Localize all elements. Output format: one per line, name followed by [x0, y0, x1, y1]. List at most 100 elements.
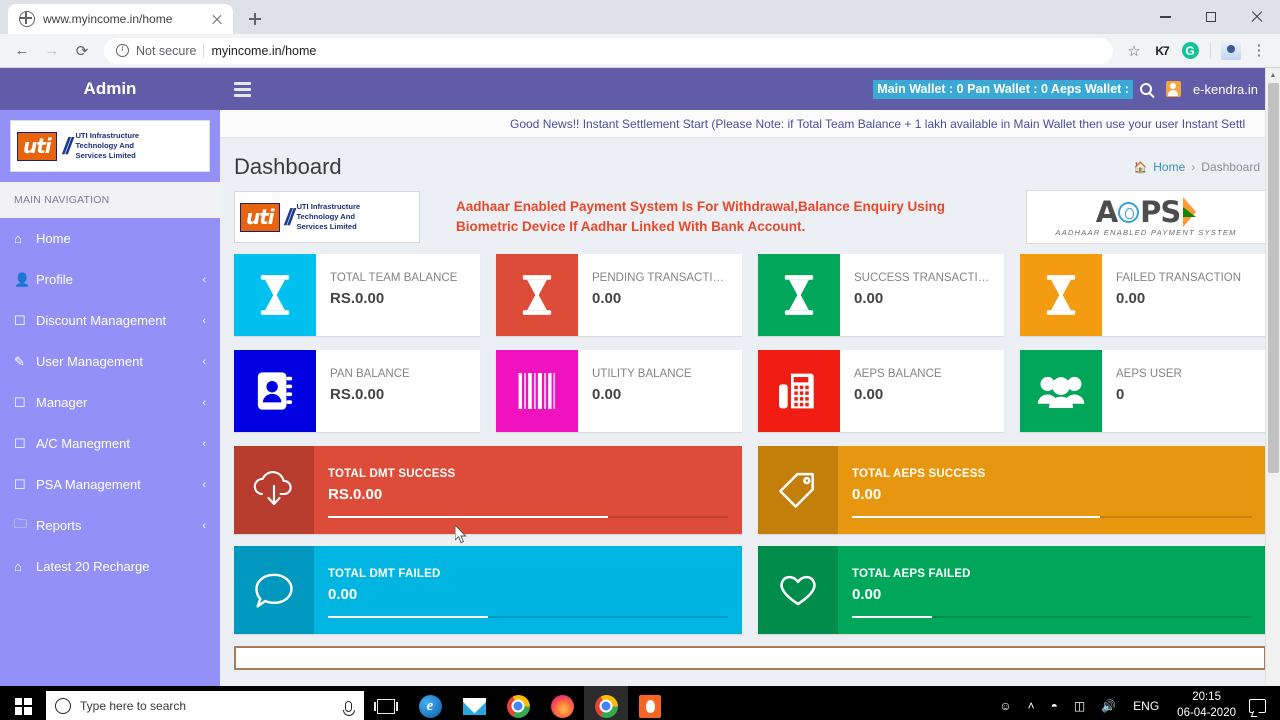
- hamburger-icon[interactable]: [234, 81, 251, 97]
- stat-banner-body: TOTAL DMT FAILED 0.00: [314, 546, 742, 634]
- divider: [1210, 42, 1211, 59]
- sidebar-item-home[interactable]: ⌂ Home: [0, 218, 220, 259]
- stat-banner-title: TOTAL AEPS FAILED: [852, 568, 971, 580]
- barcode-icon: [496, 350, 578, 432]
- progress-track: [852, 516, 1252, 518]
- sidebar-item-a-c-manegment[interactable]: ☐ A/C Manegment ‹: [0, 423, 220, 464]
- battery-icon[interactable]: ◫: [1066, 686, 1093, 720]
- sidebar-item-manager[interactable]: ☐ Manager ‹: [0, 382, 220, 423]
- username-label[interactable]: e-kendra.in: [1188, 82, 1258, 97]
- wifi-icon[interactable]: ◓: [1043, 686, 1066, 720]
- back-button[interactable]: ←: [8, 37, 36, 65]
- browser-toolbar: ← → ⟳ Not secure myincome.in/home ☆ K7 G…: [0, 34, 1280, 68]
- aeps-letters-ps: PS: [1140, 194, 1181, 229]
- news-marquee: Good News!! Instant Settlement Start (Pl…: [220, 110, 1280, 138]
- microphone-icon[interactable]: [343, 700, 356, 716]
- app-brand[interactable]: Admin: [0, 68, 220, 110]
- notification-icon[interactable]: [1249, 699, 1266, 713]
- monitor-icon: ☐: [14, 476, 26, 492]
- info-box[interactable]: SUCCESS TRANSACTI… 0.00: [758, 254, 1004, 336]
- k7-extension-icon[interactable]: K7: [1149, 38, 1175, 64]
- sidebar-item-profile[interactable]: 👤 Profile ‹: [0, 259, 220, 300]
- page-header: Dashboard 🏠 Home › Dashboard: [220, 138, 1280, 190]
- orange-app-icon[interactable]: [628, 686, 672, 720]
- clock[interactable]: 20:15 06-04-2020: [1168, 690, 1245, 720]
- stat-banner-box[interactable]: TOTAL DMT SUCCESS RS.0.00: [234, 446, 742, 534]
- cloud-download-icon: [234, 446, 314, 534]
- volume-icon[interactable]: 🔊: [1093, 686, 1124, 720]
- stat-banner-box[interactable]: TOTAL AEPS FAILED 0.00: [758, 546, 1266, 634]
- info-box[interactable]: UTILITY BALANCE 0.00: [496, 350, 742, 432]
- content-scroll-area: uti // UTI Infrastructure Technology And…: [220, 190, 1280, 634]
- close-window-button[interactable]: [1234, 0, 1280, 34]
- browser-tab[interactable]: www.myincome.in/home: [8, 4, 233, 34]
- info-box-label: PAN BALANCE: [330, 368, 410, 380]
- user-avatar-icon[interactable]: [1159, 81, 1188, 97]
- maximize-button[interactable]: [1188, 0, 1234, 34]
- task-view-icon[interactable]: [364, 686, 408, 720]
- info-box[interactable]: PAN BALANCE RS.0.00: [234, 350, 480, 432]
- info-box-content: TOTAL TEAM BALANCE RS.0.00: [316, 254, 480, 336]
- info-box[interactable]: AEPS USER 0: [1020, 350, 1266, 432]
- app-header: Admin Main Wallet : 0 Pan Wallet : 0 Aep…: [0, 68, 1280, 110]
- scroll-up-arrow[interactable]: ▲: [1266, 68, 1280, 83]
- search-icon[interactable]: [1133, 83, 1159, 95]
- aeps-subtitle: AADHAAR ENABLED PAYMENT SYSTEM: [1055, 228, 1237, 237]
- info-box[interactable]: AEPS BALANCE 0.00: [758, 350, 1004, 432]
- language-indicator[interactable]: ENG: [1124, 699, 1168, 713]
- forward-button[interactable]: →: [38, 37, 66, 65]
- close-icon[interactable]: [209, 11, 225, 27]
- stat-banner-body: TOTAL AEPS SUCCESS 0.00: [838, 446, 1266, 534]
- tab-title: www.myincome.in/home: [43, 12, 173, 26]
- sidebar-item-label: Manager: [36, 395, 88, 410]
- breadcrumb-home[interactable]: Home: [1153, 160, 1185, 174]
- info-box[interactable]: FAILED TRANSACTION 0.00: [1020, 254, 1266, 336]
- vertical-scrollbar[interactable]: ▲: [1265, 68, 1280, 686]
- info-box-value: RS.0.00: [330, 290, 385, 307]
- reload-button[interactable]: ⟳: [68, 37, 96, 65]
- minimize-button[interactable]: [1142, 0, 1188, 34]
- home-icon: 🏠: [1133, 161, 1148, 174]
- stat-banner-value: 0.00: [328, 586, 358, 603]
- bookmark-star-icon[interactable]: ☆: [1121, 38, 1147, 64]
- chevron-right-icon: ‹: [202, 519, 206, 532]
- firefox-icon[interactable]: [540, 686, 584, 720]
- breadcrumb-separator: ›: [1191, 160, 1196, 174]
- sidebar-item-discount-management[interactable]: ☐ Discount Management ‹: [0, 300, 220, 341]
- profile-avatar-icon[interactable]: [1218, 38, 1244, 64]
- new-tab-button[interactable]: [241, 5, 269, 33]
- system-tray: ☺ ˄ ◓ ◫ 🔊 ENG 20:15 06-04-2020: [991, 686, 1280, 720]
- people-icon[interactable]: ☺: [991, 686, 1019, 720]
- chrome-active-icon[interactable]: [584, 686, 628, 720]
- sidebar-item-user-management[interactable]: ✎ User Management ‹: [0, 341, 220, 382]
- sidebar-item-latest-20-recharge[interactable]: ⌂ Latest 20 Recharge: [0, 546, 220, 587]
- chevron-up-icon[interactable]: ˄: [1020, 686, 1043, 720]
- progress-track: [328, 616, 728, 618]
- edge-icon[interactable]: e: [408, 686, 452, 720]
- stat-banner-box[interactable]: TOTAL DMT FAILED 0.00: [234, 546, 742, 634]
- info-box[interactable]: TOTAL TEAM BALANCE RS.0.00: [234, 254, 480, 336]
- info-box-value: 0: [1116, 386, 1125, 403]
- grammarly-extension-icon[interactable]: G: [1177, 38, 1203, 64]
- comment-icon: [234, 546, 314, 634]
- app-body: uti // UTI Infrastructure Technology And…: [0, 110, 1280, 686]
- start-icon[interactable]: [0, 686, 46, 720]
- mail-icon[interactable]: [452, 686, 496, 720]
- info-box-content: SUCCESS TRANSACTI… 0.00: [840, 254, 1004, 336]
- monitor-icon: ☐: [14, 394, 26, 410]
- breadcrumb-current: Dashboard: [1201, 160, 1260, 174]
- browser-menu-icon[interactable]: ⋮: [1246, 38, 1272, 64]
- info-box-row-1: TOTAL TEAM BALANCE RS.0.00 PENDING TRANSA…: [234, 254, 1266, 336]
- scrollbar-thumb[interactable]: [1268, 83, 1279, 473]
- chevron-right-icon: ‹: [202, 396, 206, 409]
- address-bar[interactable]: Not secure myincome.in/home: [104, 37, 1113, 64]
- stat-banner-box[interactable]: TOTAL AEPS SUCCESS 0.00: [758, 446, 1266, 534]
- search-input[interactable]: Type here to search: [46, 691, 364, 720]
- chrome-icon[interactable]: [496, 686, 540, 720]
- info-box[interactable]: PENDING TRANSACTI… 0.00: [496, 254, 742, 336]
- sidebar-item-reports[interactable]: 🗀 Reports ‹: [0, 505, 220, 546]
- search-placeholder: Type here to search: [80, 699, 187, 713]
- sidebar-item-psa-management[interactable]: ☐ PSA Management ‹: [0, 464, 220, 505]
- hourglass-icon: [234, 254, 316, 336]
- info-icon[interactable]: [116, 43, 129, 57]
